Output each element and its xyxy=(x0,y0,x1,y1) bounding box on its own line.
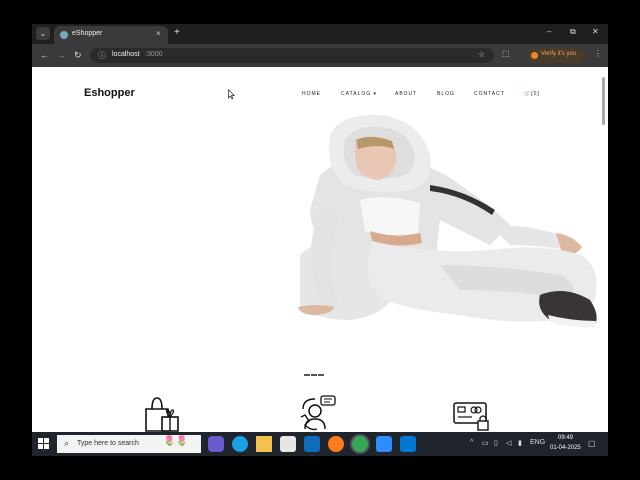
forward-icon[interactable]: → xyxy=(57,50,66,60)
payment-card-lock-icon xyxy=(453,402,489,431)
tab-eshopper[interactable]: eShopper × xyxy=(54,26,168,44)
windows-start-icon[interactable] xyxy=(38,438,49,449)
address-bar[interactable]: ⓘ localhost :3000 ☆ xyxy=(90,48,494,63)
nav-contact[interactable]: CONTACT xyxy=(474,91,505,97)
profile-icon xyxy=(531,52,538,59)
star-icon[interactable]: ☆ xyxy=(478,50,485,59)
shopping-bag-gift-icon xyxy=(145,397,179,432)
tulips-icon: 🌷🌷 xyxy=(163,436,188,447)
url-host: localhost xyxy=(112,51,140,58)
tab-title: eShopper xyxy=(72,30,103,37)
search-placeholder: Type here to search xyxy=(77,440,139,447)
site-logo[interactable]: Eshopper xyxy=(84,87,135,99)
browser-tab-bar: ⌄ eShopper × + – ⧉ ✕ xyxy=(32,24,608,44)
edge-icon[interactable] xyxy=(232,436,248,452)
file-explorer-icon[interactable] xyxy=(256,436,272,452)
tab-close-icon[interactable]: × xyxy=(156,29,161,38)
scrollbar-thumb[interactable] xyxy=(602,77,605,125)
hero-image xyxy=(298,115,597,328)
close-window-button[interactable]: ✕ xyxy=(592,27,599,36)
reload-icon[interactable]: ↻ xyxy=(74,50,82,61)
taskbar-search-box[interactable]: ⌕ Type here to search 🌷🌷 xyxy=(57,435,201,453)
back-icon[interactable]: ← xyxy=(40,50,49,60)
language-indicator[interactable]: ENG xyxy=(530,439,545,446)
notification-icon[interactable]: ▢ xyxy=(588,439,596,448)
nav-cart[interactable]: 🛒[0] xyxy=(524,91,540,97)
carousel-indicators xyxy=(304,363,325,381)
url-port: :3000 xyxy=(145,51,163,58)
verify-identity-button[interactable]: Verify it's you xyxy=(527,48,585,63)
store-icon[interactable] xyxy=(280,436,296,452)
nav-blog[interactable]: BLOG xyxy=(437,91,455,97)
extensions-icon[interactable]: ⬚ xyxy=(502,49,510,58)
carousel-dot[interactable] xyxy=(304,374,310,376)
maximize-button[interactable]: ⧉ xyxy=(570,27,576,37)
minimize-button[interactable]: – xyxy=(547,27,551,36)
page-scrollbar[interactable] xyxy=(601,71,606,425)
nav-about[interactable]: ABOUT xyxy=(395,91,417,97)
verify-label: Verify it's you xyxy=(541,51,577,57)
windows-taskbar: ⌕ Type here to search 🌷🌷 ^ ▭ ▯ ◁ ▮ ENG 0… xyxy=(32,432,608,456)
zoom-icon[interactable] xyxy=(376,436,392,452)
nav-catalog[interactable]: CATALOG ▾ xyxy=(341,91,377,97)
tray-device-icon[interactable]: ▭ xyxy=(482,439,489,447)
chrome-icon[interactable] xyxy=(352,436,368,452)
nav-home[interactable]: HOME xyxy=(302,91,321,97)
carousel-dot[interactable] xyxy=(311,374,317,376)
copilot-icon[interactable] xyxy=(208,436,224,452)
network-icon[interactable]: ▯ xyxy=(494,439,498,447)
web-page: Eshopper HOME CATALOG ▾ ABOUT BLOG CONTA… xyxy=(32,67,608,432)
outlook-icon[interactable] xyxy=(304,436,320,452)
firefox-icon[interactable] xyxy=(328,436,344,452)
mic-icon[interactable]: ▮ xyxy=(518,439,522,447)
volume-icon[interactable]: ◁ xyxy=(506,439,511,447)
carousel-dot[interactable] xyxy=(318,374,324,376)
favicon-icon xyxy=(60,31,68,39)
tab-search-icon[interactable]: ⌄ xyxy=(36,27,50,40)
search-icon: ⌕ xyxy=(64,438,70,448)
cursor-icon xyxy=(228,89,235,100)
new-tab-button[interactable]: + xyxy=(174,27,180,38)
vscode-icon[interactable] xyxy=(400,436,416,452)
tray-chevron-icon[interactable]: ^ xyxy=(470,439,473,446)
clock-time[interactable]: 09:49 xyxy=(558,435,573,441)
screen: ⌄ eShopper × + – ⧉ ✕ ← → ↻ ⓘ localhost :… xyxy=(32,24,608,456)
clock-date[interactable]: 01-04-2025 xyxy=(550,445,581,451)
browser-toolbar: ← → ↻ ⓘ localhost :3000 ☆ ⬚ Verify it's … xyxy=(32,44,608,67)
menu-icon[interactable]: ⋮ xyxy=(594,49,602,58)
support-phone-icon xyxy=(300,395,336,431)
info-icon[interactable]: ⓘ xyxy=(98,50,106,61)
